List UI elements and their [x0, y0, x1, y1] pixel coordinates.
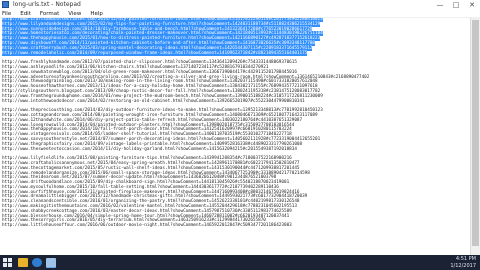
window-title: long-urls.txt - Notepad	[13, 1, 81, 8]
menu-format[interactable]: Format	[40, 10, 59, 17]
scrollbar-thumb[interactable]	[472, 20, 479, 246]
minimize-button[interactable]: —	[432, 0, 448, 10]
menu-edit[interactable]: Edit	[20, 10, 31, 17]
menu-help[interactable]: Help	[90, 10, 103, 17]
maximize-button[interactable]: □	[448, 0, 464, 10]
notepad-icon	[2, 1, 9, 8]
menu-file[interactable]: File	[2, 10, 11, 17]
taskbar: 4:51 PM 1/12/2017	[0, 255, 480, 270]
menu-bar: File Edit Format View Help	[0, 10, 480, 18]
text-line[interactable]: http://www.littlehouseoffour.com/2016/06…	[0, 223, 470, 229]
menu-view[interactable]: View	[68, 10, 81, 17]
window-controls: — □ ✕	[432, 0, 480, 10]
close-button[interactable]: ✕	[464, 0, 480, 10]
text-editor[interactable]: http://www.craftsandcollectibles.com/201…	[0, 18, 470, 255]
tray-date: 1/12/2017	[450, 262, 476, 269]
selected-text: http://www.remodelaholic.com/2014/09/rep…	[2, 50, 308, 56]
file-explorer-icon[interactable]	[18, 258, 28, 267]
windows-start-icon[interactable]	[3, 258, 12, 267]
notepad-taskbar-icon[interactable]	[46, 258, 56, 268]
vertical-scrollbar[interactable]	[470, 18, 480, 255]
system-tray-clock[interactable]: 4:51 PM 1/12/2017	[450, 256, 476, 269]
browser-icon[interactable]	[32, 258, 42, 267]
